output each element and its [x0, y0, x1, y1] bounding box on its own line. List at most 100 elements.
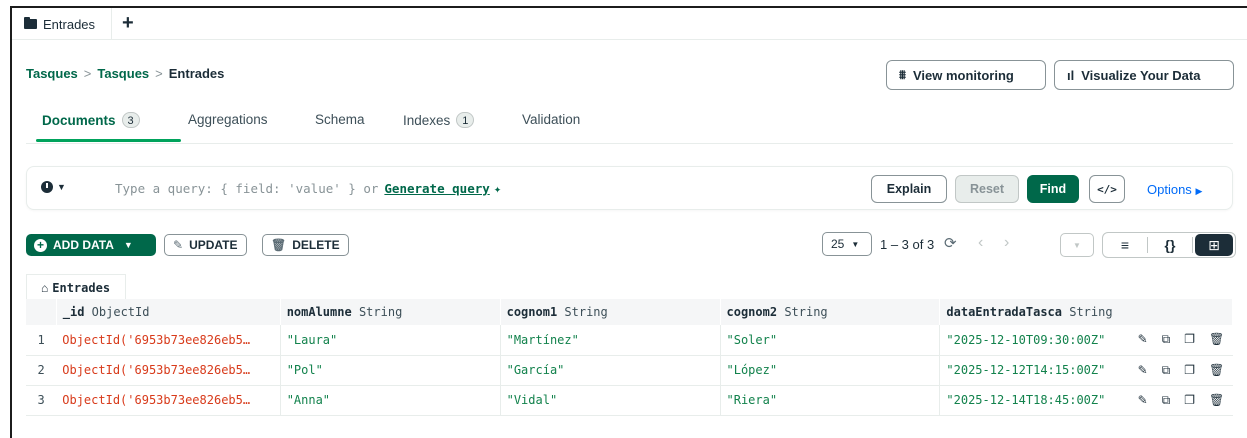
page-size-select[interactable]: 25 ▼	[822, 232, 872, 256]
cell-dataentradatasca[interactable]: "2025-12-12T14:15:00Z"	[939, 355, 1132, 386]
indexes-count-badge: 1	[456, 112, 475, 128]
chevron-right-icon: >	[83, 66, 92, 81]
page-size-value: 25	[831, 237, 845, 251]
delete-button[interactable]: 🗑 DELETE	[262, 234, 349, 256]
cell-id[interactable]: ObjectId('6953b73ee826eb5…	[56, 385, 281, 416]
generate-query-link[interactable]: Generate query	[384, 181, 489, 196]
json-view-icon[interactable]: {}	[1148, 237, 1192, 253]
copy-icon[interactable]: ⧉	[1162, 363, 1171, 377]
options-toggle[interactable]: Options ▶	[1147, 182, 1202, 197]
tab-aggregations-label: Aggregations	[188, 112, 268, 127]
caret-down-icon: ▼	[851, 239, 860, 249]
column-header-id[interactable]: _id ObjectId	[56, 299, 281, 325]
code-view-button[interactable]: </>	[1089, 175, 1125, 203]
tab-schema[interactable]: Schema	[315, 112, 365, 127]
tab-validation[interactable]: Validation	[522, 112, 580, 127]
update-label: UPDATE	[189, 238, 238, 252]
documents-count-badge: 3	[121, 112, 140, 128]
view-monitoring-button[interactable]: ⩩ View monitoring	[886, 60, 1046, 90]
sparkle-icon: ✦	[493, 181, 502, 196]
cell-cognom1[interactable]: "Vidal"	[500, 385, 721, 416]
column-name: cognom2	[726, 305, 778, 319]
query-input[interactable]: Type a query: { field: 'value' } or Gener…	[115, 181, 501, 196]
table-row[interactable]: 2 ObjectId('6953b73ee826eb5… "Pol" "Garc…	[26, 355, 1233, 386]
tab-documents[interactable]: Documents 3	[42, 112, 140, 128]
explain-button[interactable]: Explain	[871, 175, 947, 203]
breadcrumb-current: Entrades	[168, 66, 225, 81]
visualize-data-button[interactable]: ıl Visualize Your Data	[1054, 60, 1234, 90]
plus-circle-icon: +	[34, 238, 47, 252]
cell-dataentradatasca[interactable]: "2025-12-14T18:45:00Z"	[939, 385, 1132, 416]
bar-chart-icon: ıl	[1067, 67, 1075, 83]
clone-icon[interactable]: ❐	[1184, 363, 1195, 377]
tab-validation-label: Validation	[522, 112, 581, 127]
clone-icon[interactable]: ❐	[1184, 393, 1195, 407]
trash-icon[interactable]: 🗑	[1209, 363, 1224, 377]
column-type: String	[784, 305, 828, 319]
breadcrumb-collection-parent[interactable]: Tasques	[97, 66, 149, 81]
copy-icon[interactable]: ⧉	[1162, 393, 1171, 407]
column-header-nomalumne[interactable]: nomAlumne String	[280, 299, 501, 325]
next-page-icon[interactable]: ›	[1004, 234, 1009, 252]
cell-cognom1[interactable]: "García"	[500, 355, 721, 386]
prev-page-icon[interactable]: ‹	[978, 234, 983, 252]
documents-table: _id ObjectId nomAlumne String cognom1 St…	[26, 299, 1233, 416]
refresh-icon[interactable]: ⟳	[944, 234, 957, 252]
row-number: 3	[26, 385, 57, 416]
list-view-icon[interactable]: ≡	[1103, 237, 1147, 253]
update-button[interactable]: ✎ UPDATE	[164, 234, 247, 256]
cell-dataentradatasca[interactable]: "2025-12-10T09:30:00Z"	[939, 325, 1132, 356]
add-data-label: ADD DATA	[53, 238, 114, 252]
clone-icon[interactable]: ❐	[1184, 332, 1195, 346]
copy-icon[interactable]: ⧉	[1162, 332, 1171, 346]
column-type: String	[1069, 305, 1113, 319]
cell-nomalumne[interactable]: "Anna"	[280, 385, 501, 416]
trash-icon[interactable]: 🗑	[1209, 332, 1224, 346]
row-number-header	[26, 299, 57, 325]
caret-right-icon: ▶	[1195, 186, 1203, 196]
tab-label: Entrades	[43, 16, 96, 32]
cell-nomalumne[interactable]: "Pol"	[280, 355, 501, 386]
query-history-button[interactable]: ▼	[41, 181, 66, 193]
column-header-cognom1[interactable]: cognom1 String	[500, 299, 721, 325]
tab-indexes[interactable]: Indexes 1	[403, 112, 475, 128]
row-actions: ✎ ⧉ ❐ 🗑	[1131, 325, 1233, 356]
breadcrumb-db[interactable]: Tasques	[26, 66, 78, 81]
tab-aggregations[interactable]: Aggregations	[188, 112, 268, 127]
cell-cognom2[interactable]: "López"	[720, 355, 941, 386]
column-header-dataentradatasca[interactable]: dataEntradaTasca String	[939, 299, 1233, 325]
edit-icon[interactable]: ✎	[1138, 332, 1148, 346]
divider	[1192, 237, 1193, 253]
cell-id[interactable]: ObjectId('6953b73ee826eb5…	[56, 355, 281, 386]
cell-cognom1[interactable]: "Martínez"	[500, 325, 721, 356]
column-header-cognom2[interactable]: cognom2 String	[720, 299, 941, 325]
column-name: dataEntradaTasca	[946, 305, 1062, 319]
add-data-button[interactable]: + ADD DATA ▼	[26, 234, 156, 256]
find-button[interactable]: Find	[1027, 175, 1079, 203]
table-row[interactable]: 1 ObjectId('6953b73ee826eb5… "Laura" "Ma…	[26, 325, 1233, 356]
column-type: String	[564, 305, 608, 319]
collection-tag: ⌂ Entrades	[26, 274, 126, 300]
cell-cognom2[interactable]: "Soler"	[720, 325, 941, 356]
edit-icon[interactable]: ✎	[1138, 393, 1148, 407]
column-name: nomAlumne	[286, 305, 352, 319]
visualize-data-label: Visualize Your Data	[1081, 67, 1201, 83]
column-name: cognom1	[506, 305, 558, 319]
column-type: String	[358, 305, 403, 319]
add-tab-icon[interactable]: +	[122, 12, 134, 34]
more-options-dropdown[interactable]: ▼	[1060, 233, 1094, 257]
trash-icon[interactable]: 🗑	[1209, 393, 1224, 407]
cell-cognom2[interactable]: "Riera"	[720, 385, 941, 416]
breadcrumb: Tasques > Tasques > Entrades	[26, 66, 224, 81]
tab-schema-label: Schema	[315, 112, 365, 127]
table-row[interactable]: 3 ObjectId('6953b73ee826eb5… "Anna" "Vid…	[26, 385, 1233, 416]
query-placeholder: Type a query: { field: 'value' } or	[115, 181, 379, 196]
table-view-icon[interactable]: ⊞	[1195, 234, 1233, 256]
tab-entrades[interactable]: Entrades	[14, 8, 112, 40]
column-name: _id	[62, 305, 85, 319]
trash-icon: 🗑	[271, 238, 287, 252]
reset-button[interactable]: Reset	[955, 175, 1019, 203]
cell-id[interactable]: ObjectId('6953b73ee826eb5…	[56, 325, 281, 356]
edit-icon[interactable]: ✎	[1138, 363, 1148, 377]
cell-nomalumne[interactable]: "Laura"	[280, 325, 501, 356]
